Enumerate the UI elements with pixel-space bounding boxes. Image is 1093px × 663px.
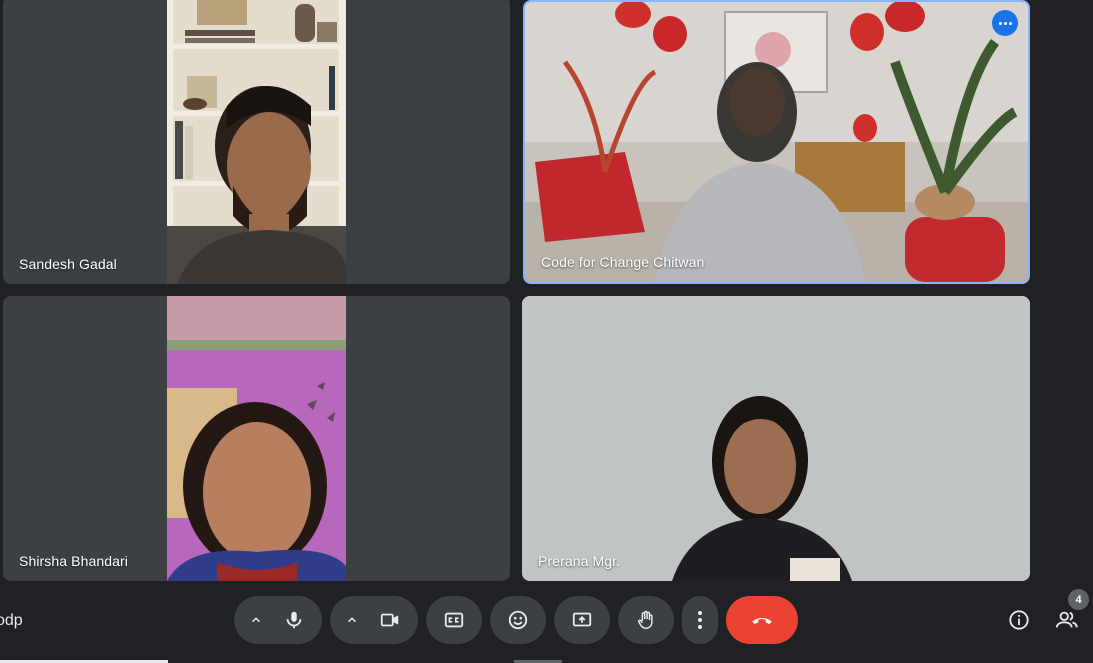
- camera-button[interactable]: [362, 596, 418, 644]
- meeting-code: odp: [0, 612, 23, 629]
- participant-name: Code for Change Chitwan: [541, 254, 705, 270]
- end-call-icon: [752, 617, 772, 625]
- people-button[interactable]: [1055, 608, 1079, 632]
- captions-button[interactable]: [426, 596, 482, 644]
- participant-video: [522, 296, 1030, 581]
- camera-group: [330, 596, 418, 644]
- microphone-group: [234, 596, 322, 644]
- more-vert-icon: [698, 611, 702, 629]
- participant-tile-code-for-change[interactable]: Code for Change Chitwan: [523, 0, 1030, 284]
- present-screen-icon: [572, 612, 592, 627]
- emoji-icon: [508, 610, 528, 630]
- captions-icon: [444, 612, 464, 628]
- participant-video: [167, 0, 346, 284]
- participant-tile-shirsha[interactable]: Shirsha Bhandari: [3, 296, 510, 581]
- participant-tile-prerana[interactable]: Prerana Mgr.: [522, 296, 1030, 581]
- participant-name: Sandesh Gadal: [19, 256, 117, 272]
- participant-video: [167, 296, 346, 581]
- more-options-icon: [998, 21, 1002, 25]
- raise-hand-button[interactable]: [618, 596, 674, 644]
- microphone-icon: [286, 611, 302, 629]
- camera-icon: [380, 613, 399, 627]
- meet-call-stage: Sandesh Gadal Code for Change Chitwan Sh…: [0, 0, 1093, 663]
- leave-call-button[interactable]: [726, 596, 798, 644]
- chevron-up-icon: [347, 617, 357, 623]
- participant-count-badge: 4: [1068, 589, 1089, 610]
- reactions-button[interactable]: [490, 596, 546, 644]
- people-icon: [1055, 611, 1078, 628]
- chevron-up-icon: [251, 617, 261, 623]
- more-options-menu-button[interactable]: [682, 596, 718, 644]
- participant-name: Prerana Mgr.: [538, 553, 621, 569]
- participant-tile-sandesh[interactable]: Sandesh Gadal: [3, 0, 510, 284]
- more-options-button[interactable]: [992, 10, 1018, 36]
- present-screen-button[interactable]: [554, 596, 610, 644]
- microphone-button[interactable]: [266, 596, 322, 644]
- meeting-details-button[interactable]: [1007, 608, 1031, 632]
- participant-video: [525, 2, 1028, 282]
- participant-name: Shirsha Bhandari: [19, 553, 128, 569]
- raise-hand-icon: [638, 610, 653, 629]
- call-controls-bar: odp: [0, 596, 1093, 646]
- info-icon: [1009, 610, 1029, 630]
